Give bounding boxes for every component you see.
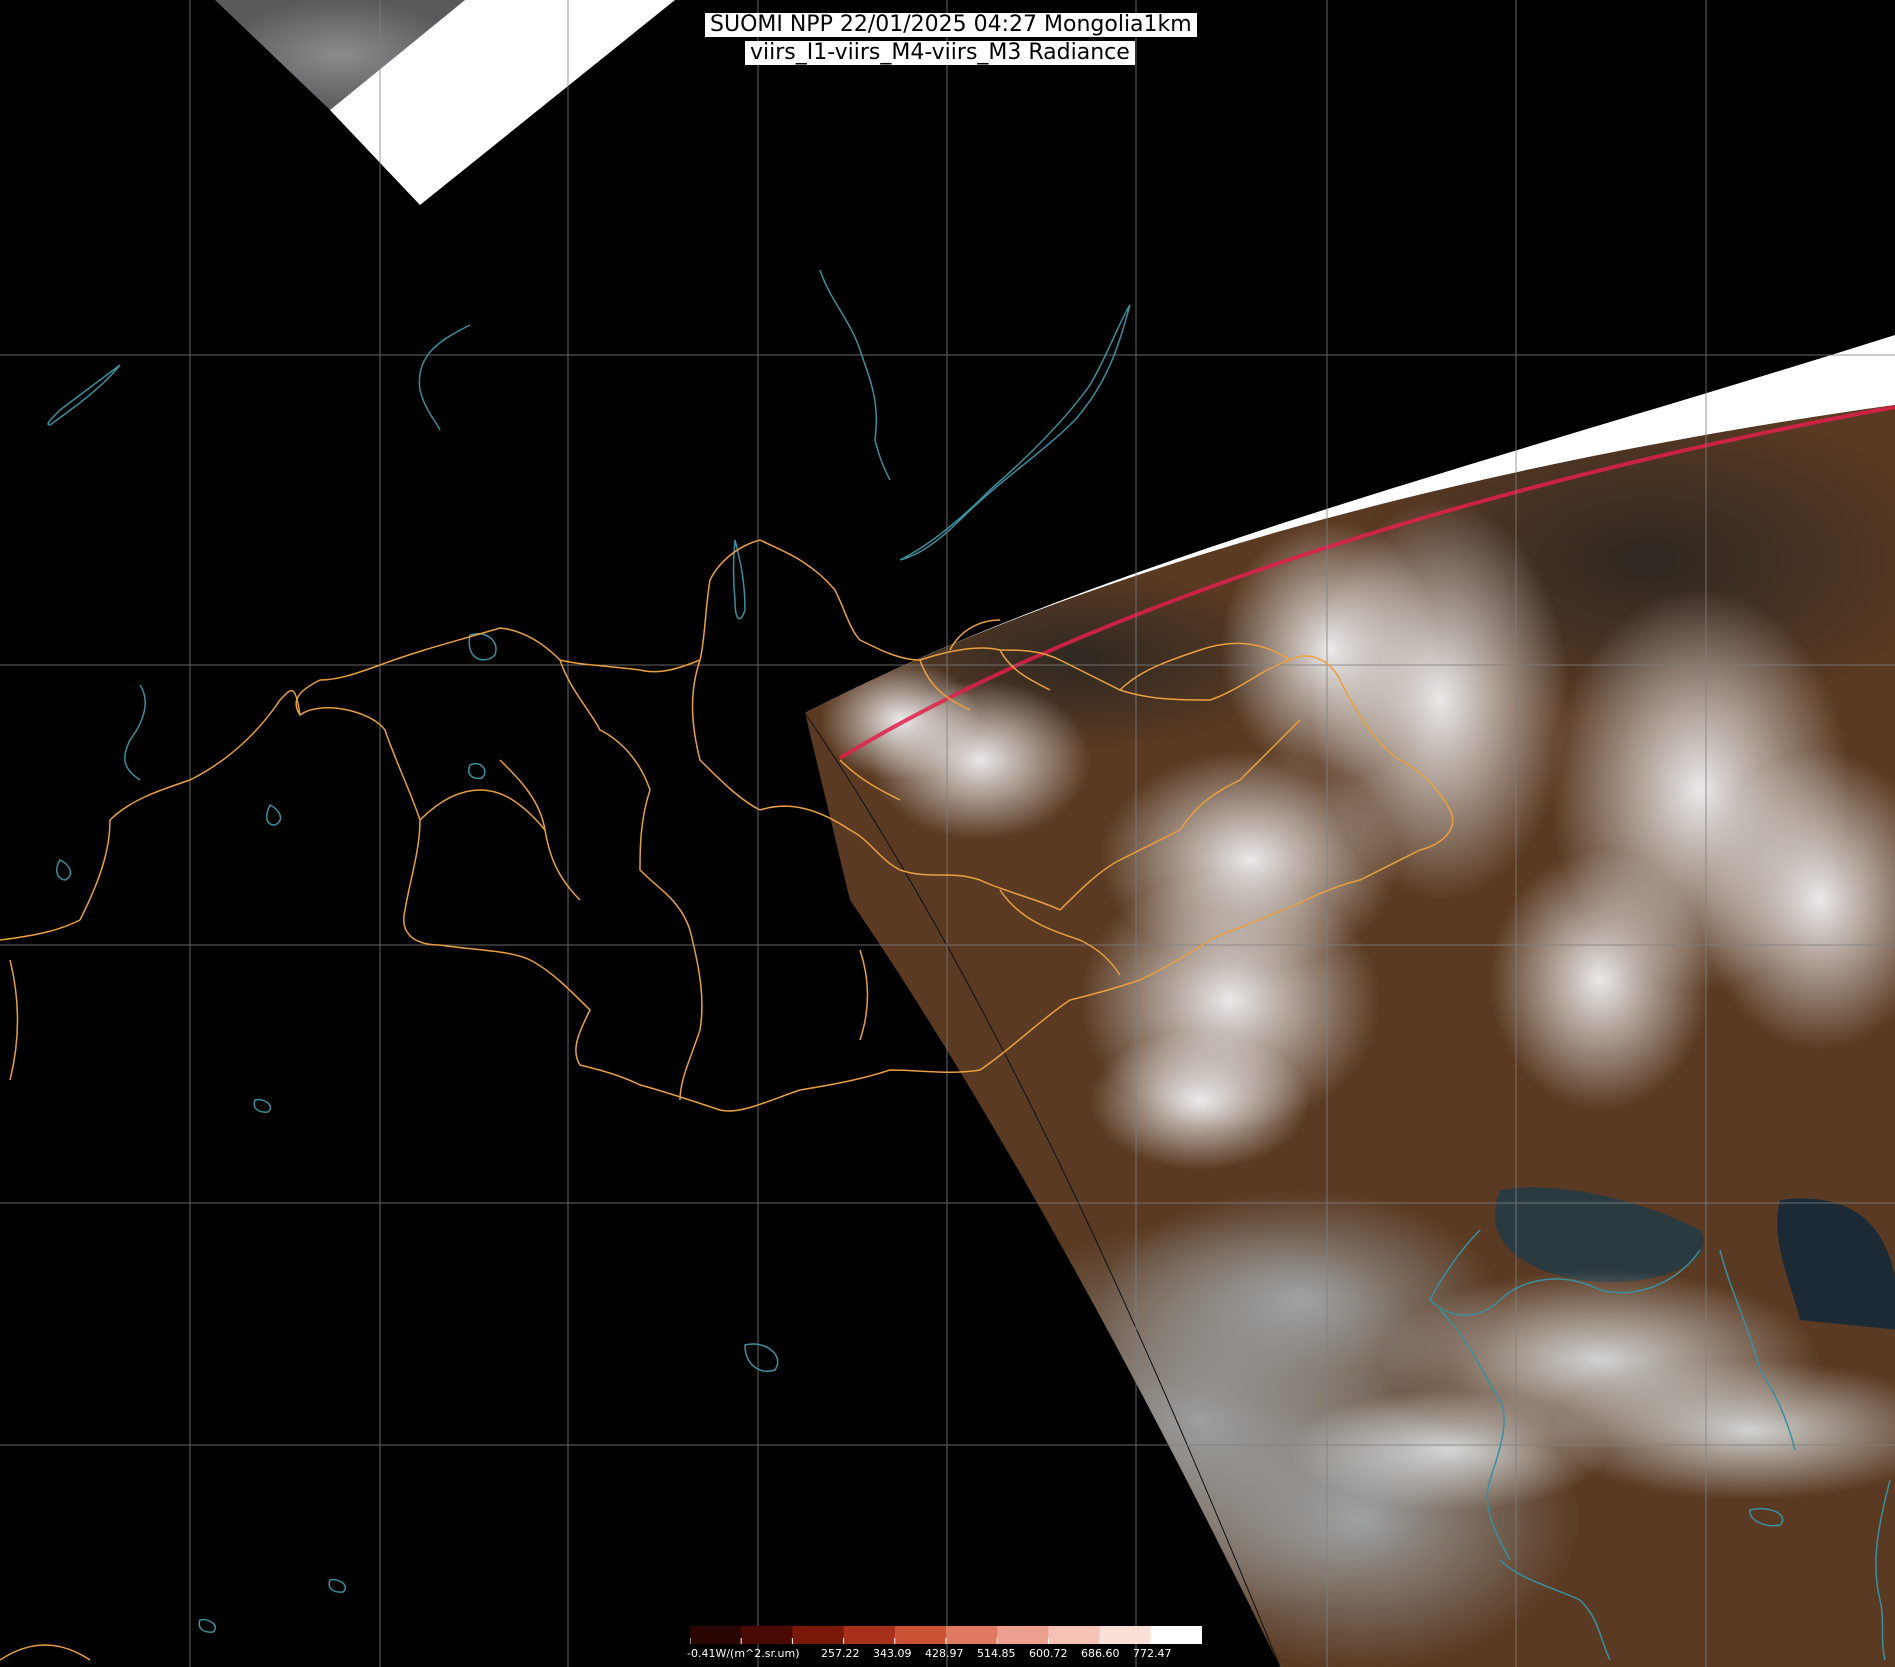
colorbar-segment: [1099, 1626, 1152, 1644]
colorbar-segment: [741, 1626, 793, 1644]
colorbar-segment: [1150, 1626, 1202, 1644]
colorbar-tick-label: 514.85: [977, 1647, 1016, 1660]
colorbar: [690, 1626, 1202, 1644]
colorbar-tick-label: 428.97: [925, 1647, 964, 1660]
colorbar-segment: [894, 1626, 947, 1644]
colorbar-tick-label: 343.09: [873, 1647, 912, 1660]
colorbar-segment: [997, 1626, 1049, 1644]
colorbar-segment: [946, 1626, 998, 1644]
colorbar-segment: [690, 1626, 742, 1644]
colorbar-unit-label: -0.41W/(m^2.sr.um): [687, 1647, 800, 1660]
satellite-map: [0, 0, 1895, 1667]
map-title-line-2: viirs_I1-viirs_M4-viirs_M3 Radiance: [745, 41, 1135, 65]
colorbar-segment: [1048, 1626, 1101, 1644]
colorbar-segment: [843, 1626, 896, 1644]
colorbar-tick-label: 600.72: [1029, 1647, 1068, 1660]
map-title-line-1: SUOMI NPP 22/01/2025 04:27 Mongolia1km: [705, 13, 1197, 37]
colorbar-tick-label: 686.60: [1081, 1647, 1120, 1660]
colorbar-segment: [792, 1626, 845, 1644]
colorbar-tick-label: 772.47: [1133, 1647, 1172, 1660]
colorbar-tick-label: 257.22: [821, 1647, 860, 1660]
